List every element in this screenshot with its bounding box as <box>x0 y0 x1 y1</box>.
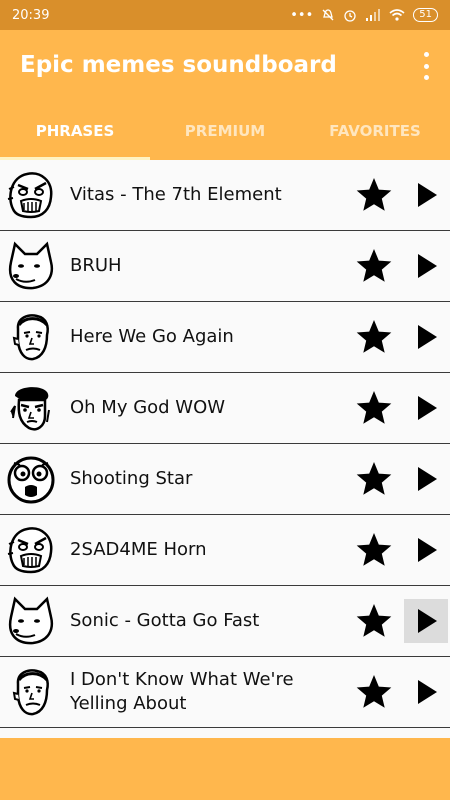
sound-item-2sad4me-horn[interactable]: 2SAD4ME Horn <box>0 515 450 586</box>
tab-favorites[interactable]: FAVORITES <box>300 110 450 160</box>
favorite-star-icon[interactable] <box>354 246 394 286</box>
app-title: Epic memes soundboard <box>20 52 337 78</box>
tab-bar: PHRASES PREMIUM FAVORITES <box>0 110 450 160</box>
battery-icon: 51 <box>413 8 438 22</box>
signal-icon <box>366 9 381 21</box>
status-icons: ••• 51 <box>290 8 438 23</box>
tab-premium[interactable]: PREMIUM <box>150 110 300 160</box>
bottom-ad-banner <box>0 738 450 800</box>
surprised-face-icon <box>5 453 57 505</box>
favorite-star-icon[interactable] <box>354 317 394 357</box>
favorite-star-icon[interactable] <box>354 672 394 712</box>
sound-item-label: I Don't Know What We're Yelling About <box>70 669 294 714</box>
sound-item-label: Shooting Star <box>70 468 193 489</box>
favorite-star-icon[interactable] <box>354 601 394 641</box>
play-icon[interactable] <box>404 315 448 359</box>
sound-item-partial[interactable] <box>0 728 450 738</box>
favorite-star-icon[interactable] <box>354 175 394 215</box>
favorite-star-icon[interactable] <box>354 459 394 499</box>
sound-item-label: BRUH <box>70 255 122 276</box>
sound-item-label: Sonic - Gotta Go Fast <box>70 610 260 631</box>
more-dots-icon: ••• <box>290 7 314 23</box>
sound-item-label: Oh My God WOW <box>70 397 226 418</box>
obama-face-icon <box>5 666 57 718</box>
rage-face-icon <box>5 524 57 576</box>
status-time: 20:39 <box>12 7 50 23</box>
doge-face-icon <box>5 595 57 647</box>
sound-item-label: 2SAD4ME Horn <box>70 539 207 560</box>
mute-icon <box>322 9 334 21</box>
play-icon[interactable] <box>404 386 448 430</box>
sound-item-label: Vitas - The 7th Element <box>70 184 282 205</box>
obama-face-icon <box>5 311 57 363</box>
play-icon[interactable] <box>404 670 448 714</box>
sound-item-yelling-about[interactable]: I Don't Know What We're Yelling About <box>0 657 450 728</box>
sound-list[interactable]: Vitas - The 7th Element BRUH Here We Go … <box>0 160 450 738</box>
favorite-star-icon[interactable] <box>354 530 394 570</box>
play-icon[interactable] <box>404 173 448 217</box>
wifi-icon <box>389 9 405 21</box>
app-bar: Epic memes soundboard PHRASES PREMIUM FA… <box>0 30 450 160</box>
overflow-menu-icon[interactable] <box>420 52 432 80</box>
sound-item-label: Here We Go Again <box>70 326 234 347</box>
play-icon[interactable] <box>404 457 448 501</box>
alarm-icon <box>344 10 356 22</box>
sound-item-here-we-go-again[interactable]: Here We Go Again <box>0 302 450 373</box>
sound-item-sonic[interactable]: Sonic - Gotta Go Fast <box>0 586 450 657</box>
favorite-star-icon[interactable] <box>354 388 394 428</box>
play-icon[interactable] <box>404 244 448 288</box>
rage-face-icon <box>5 169 57 221</box>
sound-item-shooting-star[interactable]: Shooting Star <box>0 444 450 515</box>
doge-face-icon <box>5 240 57 292</box>
status-bar: 20:39 ••• 51 <box>0 0 450 30</box>
sound-item-oh-my-god-wow[interactable]: Oh My God WOW <box>0 373 450 444</box>
sound-item-vitas[interactable]: Vitas - The 7th Element <box>0 160 450 231</box>
play-icon[interactable] <box>404 599 448 643</box>
jackie-face-icon <box>5 382 57 434</box>
tab-phrases[interactable]: PHRASES <box>0 110 150 160</box>
play-icon[interactable] <box>404 528 448 572</box>
sound-item-bruh[interactable]: BRUH <box>0 231 450 302</box>
